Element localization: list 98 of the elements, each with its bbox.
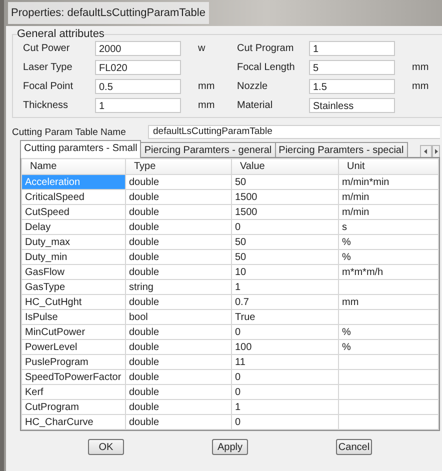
table-cell: 11 [232, 354, 338, 370]
table-cell: Delay [22, 220, 126, 234]
field-label: Laser Type [23, 62, 74, 73]
tab[interactable]: Cutting paramters - Small [20, 140, 142, 158]
table-cell: double [126, 294, 232, 310]
dialog-button[interactable]: OK [88, 439, 124, 455]
table-cell: 50 [232, 174, 338, 190]
table-cell: IsPulse [22, 310, 126, 324]
table-cell: 1 [232, 280, 338, 294]
table-cell: 0 [232, 370, 338, 384]
table-cell: % [338, 250, 438, 264]
table-cell: True [232, 310, 338, 324]
table-cell: double [126, 264, 232, 280]
table-cell: CriticalSpeed [22, 190, 126, 204]
input-field[interactable]: 2000 [95, 41, 181, 56]
table-cell: double [126, 250, 232, 264]
dialog-button[interactable]: Apply [212, 439, 248, 455]
table-cell: % [338, 234, 438, 250]
table-cell: s [338, 220, 438, 234]
table-cell: m/min [338, 204, 438, 220]
table-cell: m*m*m/h [338, 264, 438, 280]
input-field[interactable]: defaultLsCuttingParamTable [148, 125, 440, 139]
field-label: Focal Point [23, 81, 74, 92]
table-cell: double [126, 384, 232, 400]
table-cell: double [126, 220, 232, 234]
field-label: Cut Program [237, 43, 295, 54]
table-cell: 50 [232, 250, 338, 264]
table-cell: PusleProgram [22, 354, 126, 370]
window-title: Properties: defaultLsCuttingParamTable [8, 2, 210, 24]
unit-label: w [197, 43, 206, 54]
input-field[interactable]: Stainless [309, 98, 395, 113]
column-header[interactable]: Type [126, 158, 232, 174]
table-cell: double [126, 354, 232, 370]
table-cell: MinCutPower [22, 324, 126, 340]
table-cell: double [126, 204, 232, 220]
dialog-button[interactable]: Cancel [336, 439, 372, 455]
table-cell: 0 [232, 220, 338, 234]
table-cell: double [126, 234, 232, 250]
table-cell: m/min [338, 190, 438, 204]
unit-label: mm [197, 100, 216, 111]
table-cell: HC_CutHght [22, 294, 126, 310]
unit-label: mm [411, 62, 430, 73]
table-cell: double [126, 174, 232, 190]
table-cell: Duty_max [22, 234, 126, 250]
table-cell: bool [126, 310, 232, 324]
table-cell: double [126, 340, 232, 354]
table-cell: double [126, 414, 232, 430]
table-cell: 0 [232, 414, 338, 430]
table-cell: double [126, 324, 232, 340]
table-cell: m/min*min [338, 174, 438, 190]
column-header[interactable]: Value [232, 158, 338, 174]
table-cell: 0 [232, 324, 338, 340]
table-cell: CutProgram [22, 400, 126, 414]
field-label: Material [237, 100, 274, 111]
table-cell: 0.7 [232, 294, 338, 310]
table-cell: double [126, 190, 232, 204]
table-cell: PowerLevel [22, 340, 126, 354]
input-field[interactable]: FL020 [95, 60, 181, 75]
group-title: General attributes [17, 28, 104, 40]
table-cell: double [126, 400, 232, 414]
table-cell: 50 [232, 234, 338, 250]
tab[interactable]: Piercing Paramters - general [140, 142, 276, 158]
table-cell: double [126, 370, 232, 384]
table-cell: GasFlow [22, 264, 126, 280]
table-cell: 1 [232, 400, 338, 414]
field-label: Cutting Param Table Name [12, 126, 127, 138]
table-cell: SpeedToPowerFactor [22, 370, 126, 384]
table-cell: Kerf [22, 384, 126, 400]
column-header[interactable]: Unit [338, 158, 438, 174]
tab[interactable]: Piercing Paramters - special [274, 142, 408, 158]
table-cell: GasType [22, 280, 126, 294]
unit-label: mm [411, 81, 430, 92]
table-cell: CutSpeed [22, 204, 126, 220]
scroll-left-icon[interactable] [420, 145, 432, 158]
unit-label: mm [197, 81, 216, 92]
table-cell: % [338, 324, 438, 340]
field-label: Focal Length [237, 62, 296, 73]
field-label: Thickness [23, 100, 70, 111]
table-cell: 1500 [232, 204, 338, 220]
table-cell: 100 [232, 340, 338, 354]
column-header[interactable]: Name [22, 158, 126, 174]
input-field[interactable]: 5 [309, 60, 395, 75]
table-cell: mm [338, 294, 438, 310]
table-cell: Acceleration [22, 174, 126, 190]
table-cell: string [126, 280, 232, 294]
table-cell: Duty_min [22, 250, 126, 264]
scroll-right-icon[interactable] [432, 145, 440, 158]
input-field[interactable]: 1 [95, 98, 181, 113]
input-field[interactable]: 0.5 [95, 79, 181, 94]
table-cell: HC_CharCurve [22, 414, 126, 430]
table-cell: % [338, 340, 438, 354]
table-cell: 10 [232, 264, 338, 280]
input-field[interactable]: 1 [309, 41, 395, 56]
field-label: Nozzle [237, 81, 269, 92]
table-cell: 1500 [232, 190, 338, 204]
input-field[interactable]: 1.5 [309, 79, 395, 94]
table-cell: 0 [232, 384, 338, 400]
field-label: Cut Power [23, 43, 71, 54]
